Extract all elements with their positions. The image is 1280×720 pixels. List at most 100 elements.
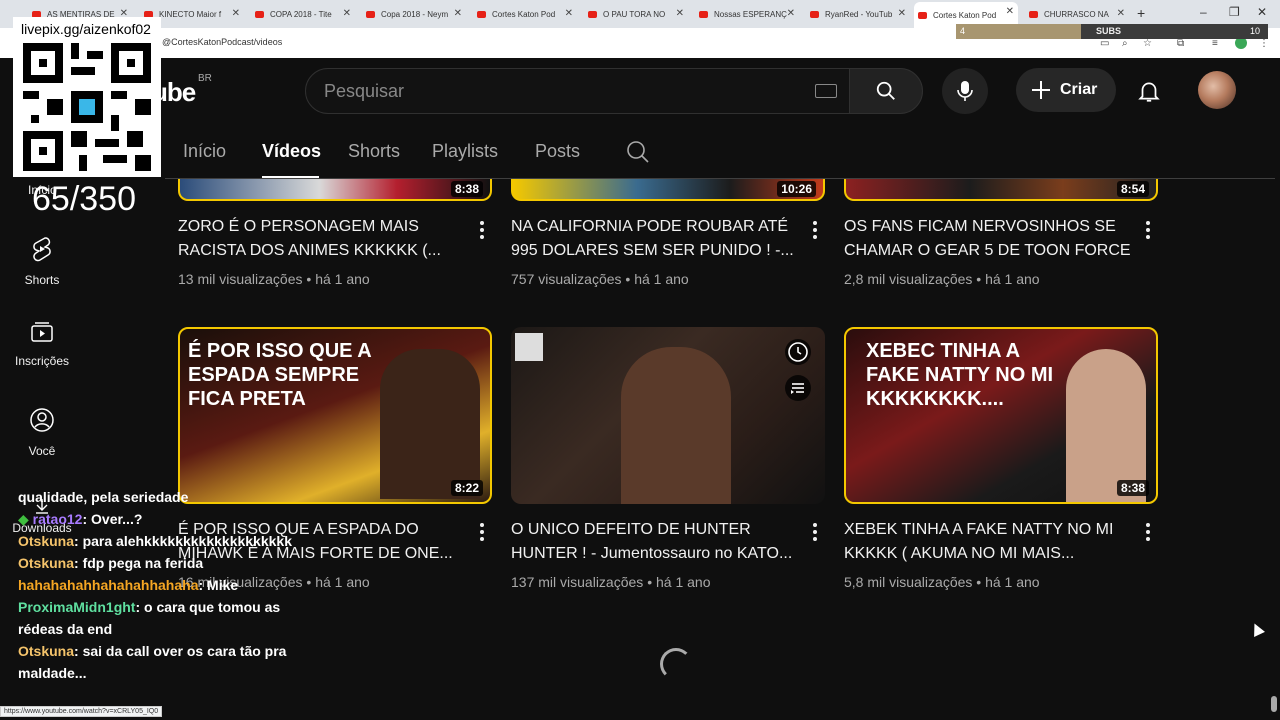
clock-icon <box>788 342 808 362</box>
account-avatar[interactable] <box>1198 71 1236 109</box>
video-more-menu-icon[interactable] <box>479 523 485 543</box>
video-duration: 8:22 <box>450 480 483 496</box>
chat-message: Otskuna: para alehkkkkkkkkkkkkkkkkkkk <box>18 533 292 549</box>
video-title[interactable]: ZORO É O PERSONAGEM MAIS RACISTA DOS ANI… <box>178 215 468 263</box>
account-circle-icon <box>30 408 54 432</box>
video-title[interactable]: O UNICO DEFEITO DE HUNTER HUNTER ! - Jum… <box>511 518 801 566</box>
subscriptions-icon <box>31 322 53 342</box>
guide-shorts-label: Shorts <box>24 273 60 287</box>
plus-icon <box>1032 81 1050 99</box>
mouse-cursor-icon <box>1249 621 1265 637</box>
video-more-menu-icon[interactable] <box>1145 221 1151 241</box>
close-tab-icon[interactable]: ✕ <box>232 8 240 19</box>
channel-search-icon[interactable] <box>626 140 650 164</box>
video-duration: 8:38 <box>450 181 483 197</box>
browser-tab[interactable]: Copa 2018 - Neym ✕ <box>362 4 466 24</box>
video-more-menu-icon[interactable] <box>812 221 818 241</box>
keyboard-icon[interactable] <box>815 84 837 98</box>
search-button[interactable] <box>849 68 923 114</box>
browser-tab[interactable]: CHURRASCO NA ✕ <box>1025 4 1129 24</box>
browser-tab[interactable]: Nossas ESPERANÇ ✕ <box>695 4 799 24</box>
youtube-favicon-icon <box>588 10 597 18</box>
thumbnail-caption: XEBEC TINHA A FAKE NATTY NO MI KKKKKKKK.… <box>866 340 1054 410</box>
maximize-button[interactable]: ❐ <box>1229 5 1240 19</box>
tab-home[interactable]: Início <box>183 141 226 162</box>
thumbnail-person <box>621 347 731 504</box>
guide-you-label: Você <box>28 444 56 458</box>
donation-qr-panel: livepix.gg/aizenkof02 <box>13 17 161 177</box>
close-tab-icon[interactable]: ✕ <box>787 8 795 19</box>
tab-shorts[interactable]: Shorts <box>348 141 400 162</box>
status-bar-url: https://www.youtube.com/watch?v=xCRLY05_… <box>0 706 163 717</box>
search-input[interactable] <box>324 81 794 102</box>
close-tab-icon[interactable]: ✕ <box>898 8 906 19</box>
search-icon <box>876 81 895 100</box>
tab-posts[interactable]: Posts <box>535 141 580 162</box>
close-tab-icon[interactable]: ✕ <box>454 8 462 19</box>
new-tab-button[interactable]: + <box>1137 5 1145 21</box>
close-tab-icon[interactable]: ✕ <box>343 8 351 19</box>
extensions-icon[interactable]: ⧉ <box>1177 38 1184 49</box>
close-tab-icon[interactable]: ✕ <box>565 8 573 19</box>
create-label: Criar <box>1060 81 1098 98</box>
thumbnail-caption: É POR ISSO QUE A ESPADA SEMPRE FICA PRET… <box>188 340 371 410</box>
tab-playlists[interactable]: Playlists <box>432 141 498 162</box>
minimize-button[interactable]: – <box>1200 5 1207 19</box>
browser-tab[interactable]: COPA 2018 - Tite ✕ <box>251 4 355 24</box>
chat-badge-icon: ◆ <box>18 511 33 527</box>
guide-subscriptions[interactable]: Inscrições <box>0 321 84 368</box>
stream-chat-overlay: qualidade, pela seriedade ◆ ratao12: Ove… <box>18 486 318 684</box>
video-meta: 757 visualizações • há 1 ano <box>511 271 689 287</box>
video-title[interactable]: OS FANS FICAM NERVOSINHOS SE CHAMAR O GE… <box>844 215 1134 263</box>
subs-goal-fill <box>956 24 1081 39</box>
bookmark-star-icon[interactable]: ☆ <box>1143 38 1152 49</box>
video-thumbnail[interactable]: 8:54 <box>844 179 1158 201</box>
watch-later-button[interactable] <box>785 339 811 365</box>
region-code: BR <box>198 73 212 84</box>
cast-icon[interactable]: ▭ <box>1100 38 1109 49</box>
youtube-favicon-icon <box>918 11 927 19</box>
add-to-queue-button[interactable] <box>785 375 811 401</box>
video-thumbnail[interactable]: XEBEC TINHA A FAKE NATTY NO MI KKKKKKKK.… <box>844 327 1158 504</box>
video-thumbnail[interactable]: 10:26 <box>511 179 825 201</box>
guide-you[interactable]: Você <box>0 407 84 458</box>
browser-tab[interactable]: Cortes Katon Pod ✕ <box>473 4 577 24</box>
video-more-menu-icon[interactable] <box>479 221 485 241</box>
video-duration: 8:38 <box>1116 480 1149 496</box>
tab-search-icon[interactable]: ≡ <box>1212 38 1218 49</box>
close-window-button[interactable]: ✕ <box>1257 5 1267 19</box>
search-box[interactable] <box>305 68 850 114</box>
notifications-bell-icon[interactable] <box>1136 78 1162 104</box>
close-tab-icon[interactable]: ✕ <box>676 8 684 19</box>
subs-goal: 10 <box>1249 26 1260 36</box>
video-meta: 2,8 mil visualizações • há 1 ano <box>844 271 1040 287</box>
video-thumbnail[interactable]: É POR ISSO QUE A ESPADA SEMPRE FICA PRET… <box>178 327 492 504</box>
video-more-menu-icon[interactable] <box>1145 523 1151 543</box>
video-meta: 5,8 mil visualizações • há 1 ano <box>844 574 1040 590</box>
close-tab-icon[interactable]: ✕ <box>1117 8 1125 19</box>
zoom-icon[interactable]: ⌕ <box>1122 38 1128 49</box>
browser-tab[interactable]: O PAU TORA NO ✕ <box>584 4 688 24</box>
video-title[interactable]: NA CALIFORNIA PODE ROUBAR ATÉ 995 DOLARE… <box>511 215 801 263</box>
youtube-favicon-icon <box>366 10 375 18</box>
video-title[interactable]: XEBEK TINHA A FAKE NATTY NO MI KKKKK ( A… <box>844 518 1134 566</box>
guide-subscriptions-label: Inscrições <box>14 354 70 368</box>
video-meta: 13 mil visualizações • há 1 ano <box>178 271 370 287</box>
create-button[interactable]: Criar <box>1016 68 1116 112</box>
tab-videos[interactable]: Vídeos <box>262 141 321 162</box>
video-more-menu-icon[interactable] <box>812 523 818 543</box>
voice-search-button[interactable] <box>942 68 988 114</box>
video-thumbnail[interactable]: 8:38 <box>178 179 492 201</box>
browser-tab[interactable]: RyanRed - YouTub ✕ <box>806 4 910 24</box>
chat-message: hahahahahhahahahhahaha: Mike <box>18 577 239 593</box>
video-thumbnail[interactable] <box>511 327 825 504</box>
chat-message: ◆ ratao12: Over...? <box>18 511 143 527</box>
browser-menu-icon[interactable]: ⋮ <box>1259 38 1269 49</box>
close-tab-icon[interactable]: ✕ <box>1006 6 1014 17</box>
queue-icon <box>791 383 804 394</box>
url-field[interactable]: @CortesKatonPodcast/videos <box>162 37 282 47</box>
scrollbar-thumb[interactable] <box>1271 696 1277 712</box>
chat-message: Otskuna: sai da call over os cara tão pr… <box>18 643 287 681</box>
guide-shorts[interactable]: Shorts <box>0 236 84 287</box>
qr-code-icon <box>515 333 543 361</box>
